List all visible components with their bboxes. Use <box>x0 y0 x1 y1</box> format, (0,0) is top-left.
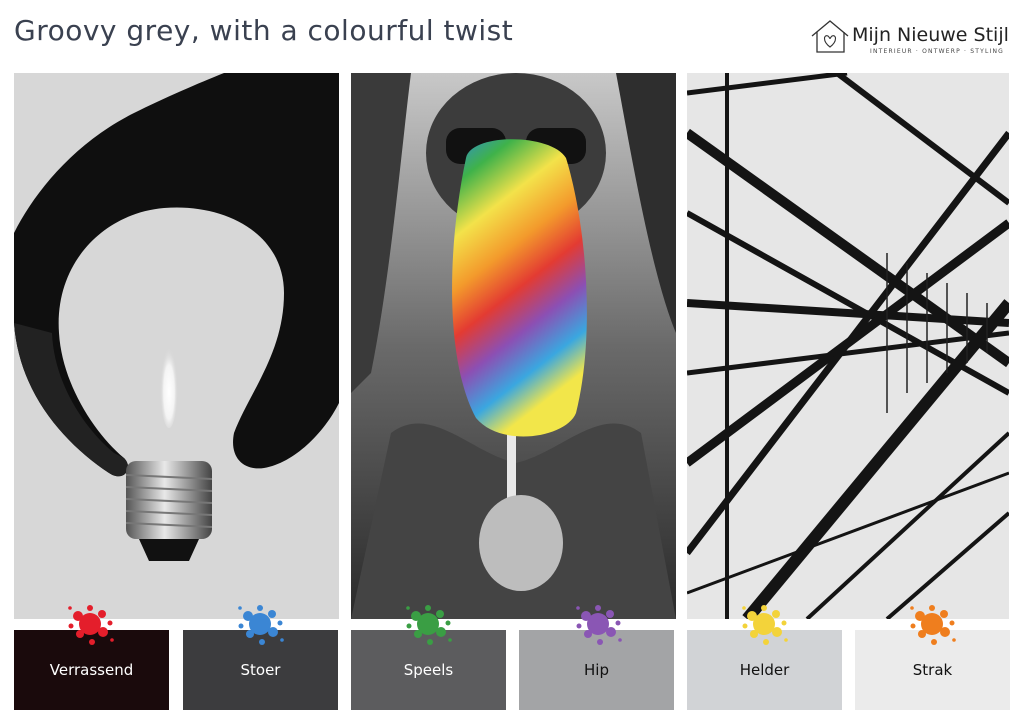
paint-splash-yellow-icon <box>742 605 788 645</box>
logo-tagline: INTERIEUR · ONTWERP · STYLING <box>870 48 1005 55</box>
swatch-label: Helder <box>739 661 790 679</box>
swatch-label: Strak <box>912 661 953 679</box>
swatch-label: Hip <box>584 661 609 679</box>
house-heart-icon <box>811 20 849 53</box>
paint-splash-orange-icon <box>910 605 956 645</box>
paint-splash-green-icon <box>406 605 452 645</box>
paint-splash-blue-icon <box>238 605 284 645</box>
image-rainbow-popsicle <box>351 73 676 619</box>
swatch-label: Stoer <box>240 661 281 679</box>
popsicle-illustration <box>351 73 676 619</box>
steel-structure-illustration <box>687 73 1009 619</box>
swatch-label: Speels <box>403 661 454 679</box>
swatch-label: Verrassend <box>49 661 134 679</box>
page-title: Groovy grey, with a colourful twist <box>14 14 514 47</box>
image-steel-structure <box>687 73 1009 619</box>
paint-splash-red-icon <box>68 605 114 645</box>
lightbulb-hand-illustration <box>14 73 339 619</box>
logo-name: Mijn Nieuwe Stijl <box>852 24 1009 46</box>
brand-logo[interactable]: Mijn Nieuwe Stijl INTERIEUR · ONTWERP · … <box>810 16 1010 60</box>
image-lightbulb-hand <box>14 73 339 619</box>
paint-splash-purple-icon <box>576 605 622 645</box>
